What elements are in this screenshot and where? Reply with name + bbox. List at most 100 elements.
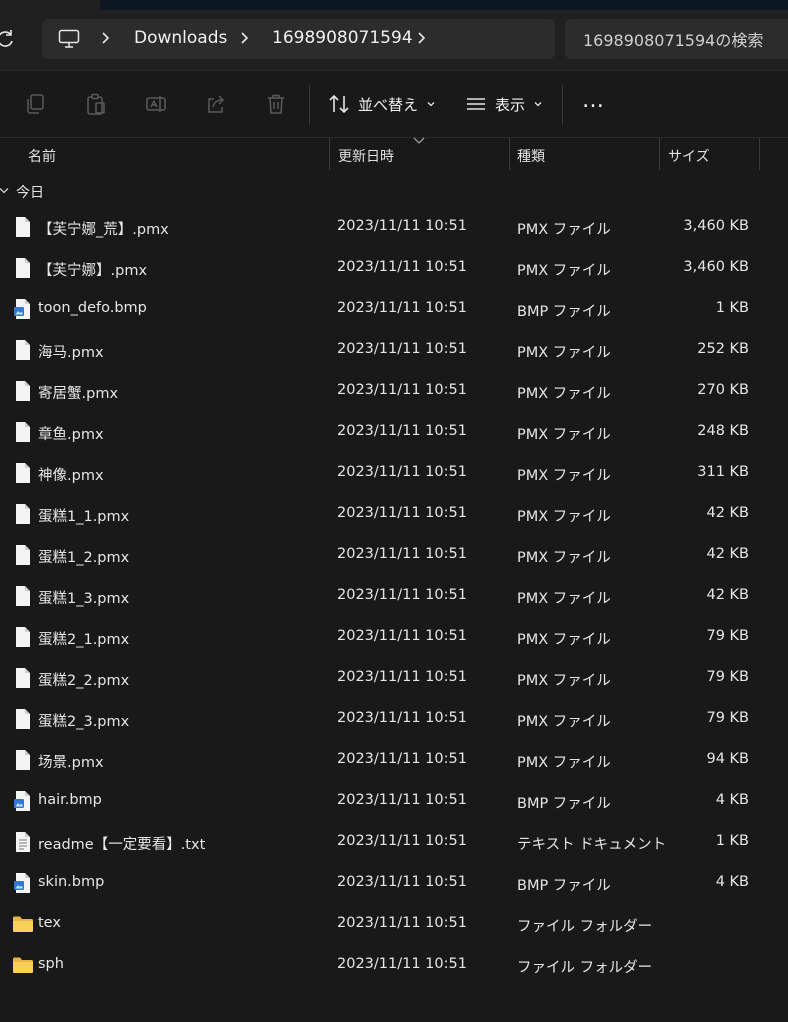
document-icon <box>13 421 33 443</box>
chevron-right-icon[interactable] <box>236 30 252 46</box>
column-divider[interactable] <box>759 138 760 170</box>
file-name: 寄居蟹.pmx <box>38 386 119 402</box>
chevron-down-icon <box>427 102 435 107</box>
file-row[interactable]: 蛋糕1_1.pmx 2023/11/11 10:51 PMX ファイル 42 KB <box>0 493 788 534</box>
file-row[interactable]: 蛋糕2_2.pmx 2023/11/11 10:51 PMX ファイル 79 KB <box>0 657 788 698</box>
file-name: 海马.pmx <box>38 345 104 361</box>
share-icon[interactable] <box>205 93 227 115</box>
file-name: readme【一定要看】.txt <box>38 837 206 853</box>
file-modified: 2023/11/11 10:51 <box>337 751 467 767</box>
file-size: 3,460 KB <box>683 259 749 275</box>
rename-icon[interactable] <box>145 93 167 115</box>
toolbar-divider <box>562 85 563 125</box>
file-row[interactable]: 蛋糕2_3.pmx 2023/11/11 10:51 PMX ファイル 79 KB <box>0 698 788 739</box>
file-size: 1 KB <box>715 833 749 849</box>
document-icon <box>13 667 33 689</box>
file-row[interactable]: 蛋糕2_1.pmx 2023/11/11 10:51 PMX ファイル 79 KB <box>0 616 788 657</box>
file-modified: 2023/11/11 10:51 <box>337 546 467 562</box>
file-row[interactable]: 神像.pmx 2023/11/11 10:51 PMX ファイル 311 KB <box>0 452 788 493</box>
file-row[interactable]: sph 2023/11/11 10:51 ファイル フォルダー <box>0 944 788 985</box>
search-box[interactable] <box>565 19 788 61</box>
file-row[interactable]: skin.bmp 2023/11/11 10:51 BMP ファイル 4 KB <box>0 862 788 903</box>
file-type: PMX ファイル <box>517 714 611 730</box>
file-size: 42 KB <box>706 505 749 521</box>
column-name-header[interactable]: 名前 <box>28 146 56 166</box>
view-list-icon <box>467 98 485 110</box>
file-size: 42 KB <box>706 546 749 562</box>
file-row[interactable]: tex 2023/11/11 10:51 ファイル フォルダー <box>0 903 788 944</box>
column-type-header[interactable]: 種類 <box>517 146 545 166</box>
breadcrumb-downloads[interactable]: Downloads <box>134 28 227 48</box>
file-row[interactable]: toon_defo.bmp 2023/11/11 10:51 BMP ファイル 1 K… <box>0 288 788 329</box>
file-type: PMX ファイル <box>517 509 611 525</box>
file-name: 蛋糕2_2.pmx <box>38 673 130 689</box>
refresh-icon[interactable] <box>0 28 16 50</box>
copy-icon[interactable] <box>24 93 46 115</box>
file-row[interactable]: 蛋糕1_3.pmx 2023/11/11 10:51 PMX ファイル 42 KB <box>0 575 788 616</box>
file-size: 252 KB <box>697 341 749 357</box>
file-name: sph <box>38 956 64 972</box>
file-type: PMX ファイル <box>517 632 611 648</box>
file-name: toon_defo.bmp <box>38 300 147 316</box>
document-icon <box>13 626 33 648</box>
file-name: 【芙宁娜_荒】.pmx <box>38 222 169 238</box>
file-type: PMX ファイル <box>517 263 611 279</box>
column-size-header[interactable]: サイズ <box>668 146 710 166</box>
document-icon <box>13 380 33 402</box>
file-name: 蛋糕2_3.pmx <box>38 714 130 730</box>
view-button[interactable]: 表示 <box>465 89 543 119</box>
more-icon: … <box>582 87 605 113</box>
column-header: 名前 更新日時 種類 サイズ <box>0 137 788 170</box>
file-name: 蛋糕1_2.pmx <box>38 550 130 566</box>
breadcrumb[interactable]: Downloads 1698908071594 <box>42 19 555 59</box>
chevron-right-icon[interactable] <box>413 30 429 46</box>
document-icon <box>13 339 33 361</box>
file-row[interactable]: 【芙宁娜】.pmx 2023/11/11 10:51 PMX ファイル 3,460 K… <box>0 247 788 288</box>
file-row[interactable]: 海马.pmx 2023/11/11 10:51 PMX ファイル 252 KB <box>0 329 788 370</box>
file-modified: 2023/11/11 10:51 <box>337 218 467 234</box>
column-divider[interactable] <box>329 138 330 170</box>
breadcrumb-current-folder[interactable]: 1698908071594 <box>272 28 413 48</box>
file-type: BMP ファイル <box>517 878 611 894</box>
file-modified: 2023/11/11 10:51 <box>337 669 467 685</box>
toolbar-divider <box>309 85 310 125</box>
document-icon <box>13 462 33 484</box>
file-type: PMX ファイル <box>517 591 611 607</box>
column-modified-header[interactable]: 更新日時 <box>338 146 394 166</box>
view-label: 表示 <box>495 95 526 114</box>
file-modified: 2023/11/11 10:51 <box>337 464 467 480</box>
file-modified: 2023/11/11 10:51 <box>337 423 467 439</box>
file-type: PMX ファイル <box>517 386 611 402</box>
more-options-button[interactable]: … <box>582 85 605 115</box>
document-icon <box>13 585 33 607</box>
chevron-down-icon <box>534 102 542 107</box>
file-row[interactable]: 寄居蟹.pmx 2023/11/11 10:51 PMX ファイル 270 KB <box>0 370 788 411</box>
delete-icon[interactable] <box>265 93 287 115</box>
file-row[interactable]: hair.bmp 2023/11/11 10:51 BMP ファイル 4 KB <box>0 780 788 821</box>
column-divider[interactable] <box>659 138 660 170</box>
sort-button[interactable]: 並べ替え <box>328 89 436 119</box>
file-row[interactable]: 蛋糕1_2.pmx 2023/11/11 10:51 PMX ファイル 42 KB <box>0 534 788 575</box>
file-modified: 2023/11/11 10:51 <box>337 792 467 808</box>
column-divider[interactable] <box>509 138 510 170</box>
file-name: 神像.pmx <box>38 468 104 484</box>
chevron-right-icon[interactable] <box>97 30 113 46</box>
computer-icon[interactable] <box>58 29 80 49</box>
file-type: PMX ファイル <box>517 345 611 361</box>
search-input[interactable] <box>565 19 788 61</box>
paste-icon[interactable] <box>85 93 107 115</box>
file-size: 42 KB <box>706 587 749 603</box>
file-size: 4 KB <box>715 874 749 890</box>
file-row[interactable]: 场景.pmx 2023/11/11 10:51 PMX ファイル 94 KB <box>0 739 788 780</box>
file-name: 场景.pmx <box>38 755 104 771</box>
file-row[interactable]: 【芙宁娜_荒】.pmx 2023/11/11 10:51 PMX ファイル 3,460… <box>0 206 788 247</box>
chevron-down-icon[interactable] <box>0 186 10 196</box>
file-modified: 2023/11/11 10:51 <box>337 874 467 890</box>
file-name: skin.bmp <box>38 874 105 890</box>
file-name: 蛋糕1_1.pmx <box>38 509 130 525</box>
file-type: PMX ファイル <box>517 550 611 566</box>
file-row[interactable]: 章鱼.pmx 2023/11/11 10:51 PMX ファイル 248 KB <box>0 411 788 452</box>
file-size: 79 KB <box>706 628 749 644</box>
file-row[interactable]: readme【一定要看】.txt 2023/11/11 10:51 テキスト ドキュ… <box>0 821 788 862</box>
file-size: 94 KB <box>706 751 749 767</box>
